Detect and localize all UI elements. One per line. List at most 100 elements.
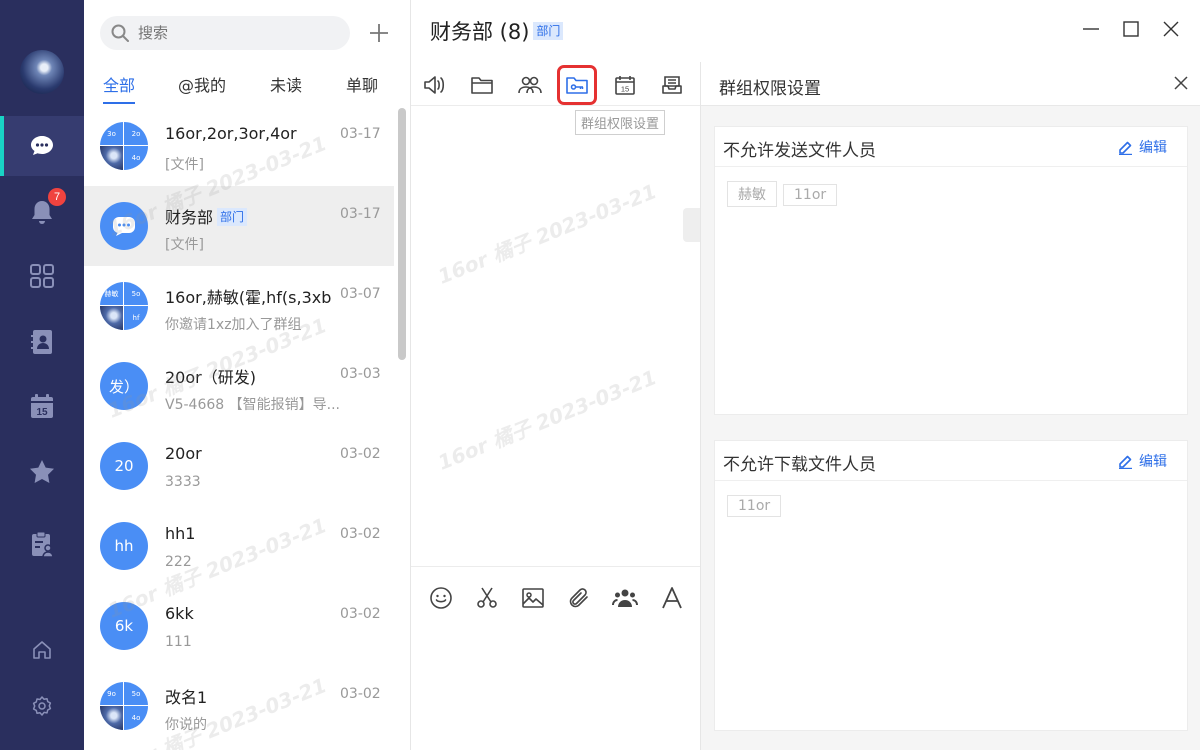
conversation-name: hh1 bbox=[165, 524, 196, 543]
tab-single-chat[interactable]: 单聊 bbox=[346, 72, 378, 104]
speaker-icon bbox=[424, 76, 445, 94]
font-icon bbox=[662, 587, 682, 609]
group-members-icon bbox=[518, 76, 542, 94]
tab-all[interactable]: 全部 bbox=[103, 72, 136, 104]
conversation-item[interactable]: 9o 5o 4o 改名1 03-02 你说的 bbox=[84, 666, 394, 746]
nav-favorites[interactable] bbox=[0, 442, 84, 502]
close-icon bbox=[1174, 76, 1188, 90]
message-composer bbox=[411, 566, 700, 750]
main-nav: 7 15 bbox=[0, 0, 84, 750]
conversation-item[interactable]: 3o 2o 4o 16or,2or,3or,4or 03-17 [文件] bbox=[84, 106, 394, 186]
settings-icon bbox=[32, 696, 52, 716]
nav-calendar[interactable]: 15 bbox=[0, 376, 84, 436]
contacts-icon bbox=[31, 330, 52, 354]
member-chips: 赫敏 11or bbox=[715, 167, 1187, 221]
conversation-item[interactable]: 赫敏 5o hf 16or,赫敏(霍,hf(s,3xb 03-07 你邀请1xz… bbox=[84, 266, 394, 346]
chat-panel: 财务部 (8) 部门 15 群组权限设置 bbox=[411, 0, 700, 750]
nav-apps[interactable] bbox=[0, 246, 84, 306]
nav-notifications[interactable]: 7 bbox=[0, 182, 84, 242]
tab-unread[interactable]: 未读 bbox=[270, 72, 302, 104]
close-panel-button[interactable] bbox=[1171, 73, 1191, 93]
records-button[interactable] bbox=[657, 70, 687, 100]
members-button[interactable] bbox=[515, 70, 545, 100]
meeting-button[interactable] bbox=[610, 583, 640, 613]
group-permission-button[interactable] bbox=[557, 65, 597, 105]
conversation-name: 6kk bbox=[165, 604, 194, 623]
chat-icon bbox=[31, 136, 53, 155]
group-avatar bbox=[100, 202, 148, 250]
conversation-item[interactable]: 20 20or 03-02 3333 bbox=[84, 426, 394, 506]
add-button[interactable] bbox=[366, 20, 392, 46]
announcement-button[interactable] bbox=[419, 70, 449, 100]
schedule-button[interactable]: 15 bbox=[610, 70, 640, 100]
screenshot-button[interactable] bbox=[472, 583, 502, 613]
message-area bbox=[411, 106, 700, 566]
list-scrollbar[interactable] bbox=[398, 108, 406, 360]
card-title: 不允许下载文件人员 bbox=[723, 455, 876, 475]
calendar-icon: 15 bbox=[31, 394, 53, 418]
close-window-button[interactable] bbox=[1158, 16, 1184, 42]
chat-title: 财务部 (8) 部门 bbox=[430, 16, 564, 46]
minimize-button[interactable] bbox=[1078, 16, 1104, 42]
chat-toolbar: 15 bbox=[411, 62, 700, 106]
svg-text:15: 15 bbox=[621, 85, 629, 94]
conversation-item[interactable]: 6k 6kk 03-02 111 bbox=[84, 586, 394, 666]
minimize-icon bbox=[1083, 28, 1099, 30]
conversation-item[interactable]: 发） 20or（研发) 03-03 V5-4668 【智能报销】导... bbox=[84, 346, 394, 426]
emoji-button[interactable] bbox=[426, 583, 456, 613]
nav-chat[interactable] bbox=[0, 116, 84, 176]
search-box[interactable] bbox=[100, 16, 350, 50]
pencil-icon bbox=[1119, 141, 1132, 155]
emoji-icon bbox=[430, 587, 452, 609]
member-chips: 11or bbox=[715, 481, 1187, 531]
conversation-date: 03-07 bbox=[340, 286, 381, 302]
notification-badge: 7 bbox=[48, 188, 66, 206]
clipboard-user-icon bbox=[32, 531, 54, 558]
calendar-icon: 15 bbox=[615, 76, 635, 95]
tab-mentions[interactable]: @我的 bbox=[178, 72, 226, 104]
nav-settings[interactable] bbox=[0, 676, 84, 736]
conversation-name: 20or bbox=[165, 444, 202, 463]
nav-tasks[interactable] bbox=[0, 514, 84, 574]
edit-button[interactable]: 编辑 bbox=[1118, 451, 1167, 471]
nav-contacts[interactable] bbox=[0, 312, 84, 372]
conversation-date: 03-02 bbox=[340, 606, 381, 622]
nav-home[interactable] bbox=[0, 620, 84, 680]
close-icon bbox=[1163, 21, 1179, 37]
conversation-item[interactable]: hh hh1 03-02 222 bbox=[84, 506, 394, 586]
conversation-preview: 3333 bbox=[165, 474, 201, 490]
search-input[interactable] bbox=[138, 24, 318, 42]
conversation-list: 3o 2o 4o 16or,2or,3or,4or 03-17 [文件] 财务部… bbox=[84, 106, 410, 750]
conversation-date: 03-03 bbox=[340, 366, 381, 382]
no-send-files-card: 不允许发送文件人员 编辑 赫敏 11or bbox=[714, 126, 1188, 415]
group-avatar: 6k bbox=[100, 602, 148, 650]
paperclip-icon bbox=[569, 588, 588, 608]
conversation-preview: [文件] bbox=[165, 157, 204, 173]
plus-icon bbox=[370, 24, 388, 42]
files-button[interactable] bbox=[467, 70, 497, 100]
search-icon bbox=[111, 24, 129, 42]
conversation-preview: 111 bbox=[165, 634, 192, 650]
conversation-preview: 你说的 bbox=[165, 717, 207, 733]
group-permission-panel: 群组权限设置 不允许发送文件人员 编辑 赫敏 11or 不允许下载文件人员 编辑… bbox=[700, 62, 1200, 750]
panel-header: 群组权限设置 bbox=[701, 62, 1200, 106]
edit-button[interactable]: 编辑 bbox=[1118, 137, 1167, 157]
user-avatar[interactable] bbox=[20, 50, 64, 94]
filter-tabs: 全部 @我的 未读 单聊 bbox=[84, 72, 410, 104]
conversation-preview: V5-4668 【智能报销】导... bbox=[165, 397, 340, 413]
image-button[interactable] bbox=[518, 583, 548, 613]
conversation-preview: 222 bbox=[165, 554, 192, 570]
image-icon bbox=[522, 588, 544, 608]
attachment-button[interactable] bbox=[564, 583, 594, 613]
apps-icon bbox=[30, 264, 54, 288]
no-download-files-card: 不允许下载文件人员 编辑 11or bbox=[714, 440, 1188, 731]
group-meeting-icon bbox=[612, 589, 638, 607]
conversation-date: 03-17 bbox=[340, 206, 381, 222]
maximize-icon bbox=[1123, 21, 1139, 37]
group-avatar: hh bbox=[100, 522, 148, 570]
conversation-name: 16or,2or,3or,4or bbox=[165, 124, 297, 143]
maximize-button[interactable] bbox=[1118, 16, 1144, 42]
conversation-item[interactable]: 财务部 部门 03-17 [文件] bbox=[84, 186, 394, 266]
group-avatar: 20 bbox=[100, 442, 148, 490]
font-format-button[interactable] bbox=[657, 583, 687, 613]
